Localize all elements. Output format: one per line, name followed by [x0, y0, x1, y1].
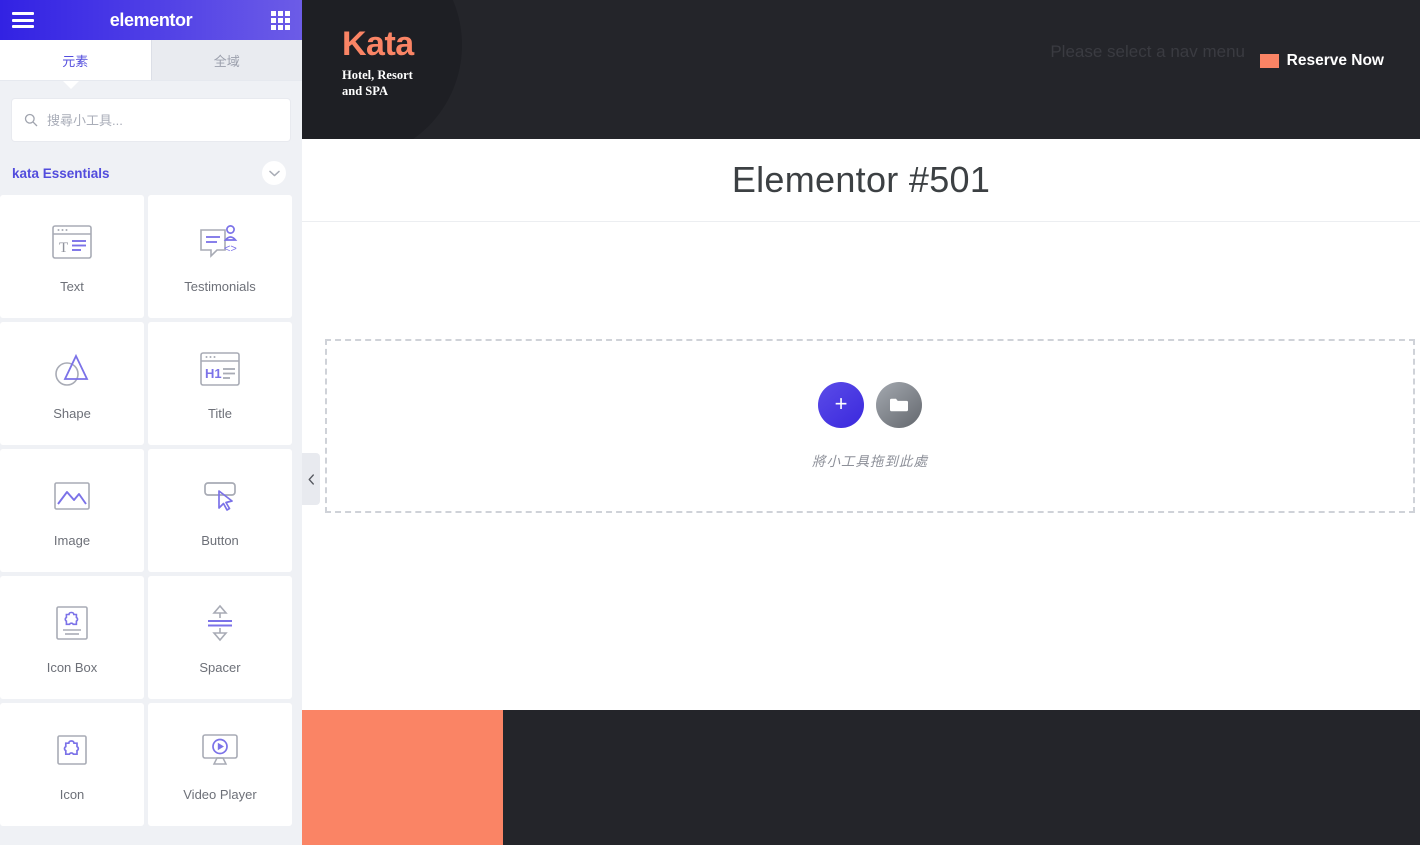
folder-icon	[890, 398, 908, 412]
elementor-editor: elementor 元素 全域 搜尋小工具... kata Essentials…	[0, 0, 1420, 845]
shape-widget-icon	[51, 346, 93, 392]
chevron-down-icon[interactable]	[262, 161, 286, 185]
preview-canvas: Kata Hotel, Resort and SPA Please select …	[302, 0, 1420, 845]
panel-tabs: 元素 全域	[0, 40, 302, 89]
site-footer	[302, 710, 1420, 845]
widget-panel: elementor 元素 全域 搜尋小工具... kata Essentials…	[0, 0, 302, 845]
editing-canvas: + 將小工具拖到此處	[302, 222, 1420, 710]
svg-text:T: T	[59, 240, 68, 256]
widget-label: Icon Box	[46, 660, 98, 675]
reserve-now-button[interactable]: Reserve Now	[1259, 52, 1384, 70]
widget-card-text[interactable]: T Text	[0, 195, 144, 318]
logo-subtitle: Hotel, Resort and SPA	[342, 67, 413, 98]
widget-card-testimonials[interactable]: <> Testimonials	[148, 195, 292, 318]
page-title: Elementor #501	[731, 159, 991, 200]
title-widget-icon: H1	[198, 346, 242, 392]
dropzone-content: + 將小工具拖到此處	[812, 382, 928, 470]
widget-label: Button	[201, 533, 239, 548]
panel-header: elementor	[0, 0, 302, 40]
tab-elements-label: 元素	[62, 53, 89, 69]
grid-apps-icon[interactable]	[268, 11, 290, 30]
text-widget-icon: T	[50, 219, 94, 265]
widget-label: Spacer	[199, 660, 241, 675]
widget-label: Testimonials	[184, 279, 256, 294]
footer-accent-block	[302, 710, 503, 845]
search-icon	[24, 113, 38, 127]
testimonials-widget-icon: <>	[197, 219, 243, 265]
widget-list: T Text <> Testimonials Shape H1 Title Im…	[0, 195, 302, 845]
widget-label: Shape	[53, 406, 91, 421]
widget-card-video-player[interactable]: Video Player	[148, 703, 292, 826]
icon-widget-icon	[53, 727, 91, 773]
tab-global-label: 全域	[213, 53, 240, 69]
active-tab-pointer	[63, 81, 79, 89]
site-logo[interactable]: Kata Hotel, Resort and SPA	[342, 25, 414, 99]
nav-menu-notice: Please select a nav menu	[1050, 42, 1245, 61]
svg-text:<>: <>	[224, 243, 237, 255]
video-player-widget-icon	[198, 727, 242, 773]
icon-box-widget-icon	[52, 600, 92, 646]
widget-card-icon-box[interactable]: Icon Box	[0, 576, 144, 699]
page-title-bar: Elementor #501	[302, 139, 1420, 222]
widget-card-button[interactable]: Button	[148, 449, 292, 572]
widget-card-image[interactable]: Image	[0, 449, 144, 572]
search-box[interactable]	[12, 99, 290, 141]
site-header: Kata Hotel, Resort and SPA Please select …	[302, 0, 1420, 139]
chevron-left-icon	[308, 473, 314, 485]
hamburger-icon[interactable]	[12, 12, 34, 28]
reserve-now-label: Reserve Now	[1286, 52, 1384, 69]
spacer-widget-icon	[201, 600, 239, 646]
widget-label: Image	[53, 533, 91, 548]
widget-label: Icon	[59, 787, 85, 802]
widget-card-title[interactable]: H1 Title	[148, 322, 292, 445]
add-template-button[interactable]	[876, 382, 922, 428]
add-new-section-button[interactable]: +	[818, 382, 864, 428]
tab-elements[interactable]: 元素	[0, 40, 151, 80]
elementor-logo-text: elementor	[109, 9, 193, 30]
svg-text:H1: H1	[205, 366, 222, 381]
widget-card-spacer[interactable]: Spacer	[148, 576, 292, 699]
search-section	[0, 81, 302, 155]
tab-global[interactable]: 全域	[151, 40, 302, 80]
widget-label: Title	[207, 406, 233, 421]
widget-dropzone[interactable]: + 將小工具拖到此處	[325, 339, 1415, 513]
widget-label: Video Player	[183, 787, 257, 802]
image-widget-icon	[50, 473, 94, 519]
category-title: kata Essentials	[12, 165, 110, 181]
logo-title: Kata	[342, 25, 414, 63]
button-widget-icon	[198, 473, 242, 519]
panel-collapse-button[interactable]	[302, 453, 320, 505]
search-input[interactable]	[47, 112, 278, 128]
widget-card-icon[interactable]: Icon	[0, 703, 144, 826]
reserve-accent-swatch	[1259, 54, 1279, 68]
dropzone-actions: +	[818, 382, 922, 428]
dropzone-hint: 將小工具拖到此處	[812, 454, 928, 469]
category-header-kata-essentials[interactable]: kata Essentials	[0, 155, 302, 195]
widget-card-shape[interactable]: Shape	[0, 322, 144, 445]
widget-label: Text	[60, 279, 84, 294]
